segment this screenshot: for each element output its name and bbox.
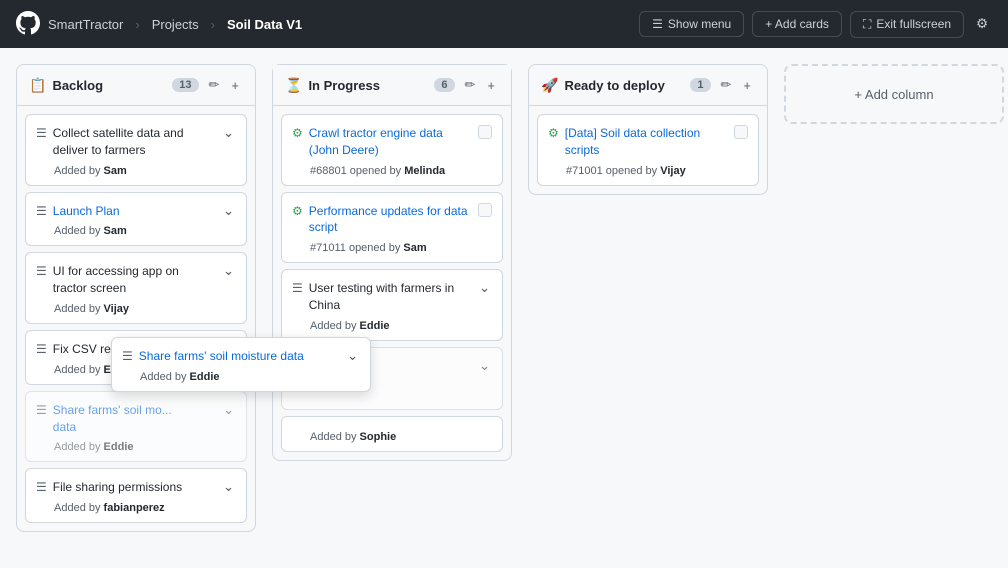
show-menu-button[interactable]: ☰ Show menu <box>639 11 744 37</box>
card-meta: #71001 opened by Vijay <box>566 165 748 177</box>
projects-link[interactable]: Projects <box>152 17 199 32</box>
in-progress-icon: ⏳ <box>285 77 302 94</box>
card-title[interactable]: Share farms' soil mo...data <box>53 402 215 436</box>
card-meta: #71011 opened by Sam <box>310 242 492 254</box>
card-expand-button[interactable]: ⌄ <box>221 203 236 219</box>
card-title[interactable]: UI for accessing app on tractor screen <box>53 263 215 297</box>
ready-title: Ready to deploy <box>564 78 684 93</box>
column-header-ready: 🚀 Ready to deploy 1 ✏ + <box>529 65 767 106</box>
card-expand-button[interactable]: ⌄ <box>221 479 236 495</box>
column-ready-to-deploy: 🚀 Ready to deploy 1 ✏ + ⚙ [Data] Soil da… <box>528 64 768 195</box>
card-meta: #68801 opened by Melinda <box>310 165 492 177</box>
fullscreen-icon: ⛶ <box>863 17 871 32</box>
card-expand-button[interactable]: ⌄ <box>477 280 492 296</box>
card-meta: Added by fabianperez <box>54 502 236 514</box>
settings-button[interactable]: ⚙ <box>972 12 992 36</box>
card-icon: ☰ <box>36 480 47 494</box>
in-progress-count: 6 <box>434 78 454 92</box>
backlog-add-button[interactable]: + <box>227 76 243 95</box>
gear-icon: ⚙ <box>976 16 988 31</box>
card-icon: ⚙ <box>292 126 303 140</box>
board: 📋 Backlog 13 ✏ + ☰ Collect satellite dat… <box>0 48 1008 568</box>
in-progress-cards: ⚙ Crawl tractor engine data (John Deere)… <box>273 106 511 460</box>
card-meta: Added by Sam <box>54 225 236 237</box>
card-crawl-tractor: ⚙ Crawl tractor engine data (John Deere)… <box>281 114 503 186</box>
current-project-title: Soil Data V1 <box>227 17 302 32</box>
card-expand-button[interactable]: ⌄ <box>221 125 236 141</box>
backlog-cards: ☰ Collect satellite data and deliver to … <box>17 106 255 531</box>
card-icon: ⚙ <box>548 126 559 140</box>
popup-card-meta: Added by Eddie <box>140 371 360 383</box>
popup-card-title[interactable]: Share farms' soil moisture data <box>139 348 339 365</box>
card-meta: Added by Vijay <box>54 303 236 315</box>
in-progress-title: In Progress <box>308 78 428 93</box>
backlog-title: Backlog <box>52 78 166 93</box>
card-expand-button[interactable]: ⌄ <box>477 358 492 374</box>
ready-add-button[interactable]: + <box>739 76 755 95</box>
card-meta: Added by Eddie <box>310 320 492 332</box>
card-ui-tractor: ☰ UI for accessing app on tractor screen… <box>25 252 247 324</box>
card-figure-out-container: ☰ Figure out ⌄ ☰ Share farms' soil moist… <box>281 347 503 452</box>
ready-edit-button[interactable]: ✏ <box>717 75 736 95</box>
add-column-button[interactable]: + Add column <box>784 64 1004 124</box>
card-performance-updates: ⚙ Performance updates for data script ⌄ … <box>281 192 503 264</box>
in-progress-add-button[interactable]: + <box>483 76 499 95</box>
card-title[interactable]: Launch Plan <box>53 203 215 220</box>
card-checkbox[interactable] <box>478 125 492 139</box>
header-actions: ☰ Show menu + Add cards ⛶ Exit fullscree… <box>639 11 992 38</box>
backlog-count: 13 <box>172 78 198 92</box>
card-figure-out-sophie: Added by Sophie <box>281 416 503 452</box>
card-icon: ☰ <box>36 403 47 417</box>
backlog-edit-button[interactable]: ✏ <box>205 75 224 95</box>
card-title[interactable]: Performance updates for data script <box>309 203 471 237</box>
in-progress-edit-button[interactable]: ✏ <box>461 75 480 95</box>
card-checkbox[interactable] <box>734 125 748 139</box>
card-title[interactable]: Crawl tractor engine data (John Deere) <box>309 125 471 159</box>
card-title[interactable]: Collect satellite data and deliver to fa… <box>53 125 215 159</box>
card-expand-button[interactable]: ⌄ <box>345 348 360 364</box>
card-launch-plan: ☰ Launch Plan ⌄ Added by Sam <box>25 192 247 247</box>
card-icon: ☰ <box>36 126 47 140</box>
card-meta: Added by Eddie <box>54 441 236 453</box>
column-backlog: 📋 Backlog 13 ✏ + ☰ Collect satellite dat… <box>16 64 256 532</box>
exit-fullscreen-button[interactable]: ⛶ Exit fullscreen <box>850 11 964 38</box>
card-user-testing: ☰ User testing with farmers in China ⌄ A… <box>281 269 503 341</box>
column-header-backlog: 📋 Backlog 13 ✏ + <box>17 65 255 106</box>
breadcrumb-sep-1: › <box>135 17 139 32</box>
add-cards-button[interactable]: + Add cards <box>752 11 842 37</box>
ready-count: 1 <box>690 78 710 92</box>
app-header: SmartTractor › Projects › Soil Data V1 ☰… <box>0 0 1008 48</box>
card-collect-satellite: ☰ Collect satellite data and deliver to … <box>25 114 247 186</box>
backlog-icon: 📋 <box>29 77 46 94</box>
github-logo-icon <box>16 11 40 38</box>
ready-icon: 🚀 <box>541 77 558 94</box>
column-in-progress: ⏳ In Progress 6 ✏ + ⚙ Crawl tractor engi… <box>272 64 512 461</box>
card-meta: Added by Sophie <box>310 431 492 443</box>
column-header-in-progress: ⏳ In Progress 6 ✏ + <box>273 65 511 106</box>
menu-icon: ☰ <box>652 17 663 31</box>
ready-cards: ⚙ [Data] Soil data collection scripts ⌄ … <box>529 106 767 194</box>
card-title[interactable]: User testing with farmers in China <box>309 280 471 314</box>
card-soil-collection-scripts: ⚙ [Data] Soil data collection scripts ⌄ … <box>537 114 759 186</box>
card-icon: ☰ <box>36 342 47 356</box>
breadcrumb-sep-2: › <box>211 17 215 32</box>
card-icon: ☰ <box>36 204 47 218</box>
app-name-link[interactable]: SmartTractor <box>48 17 123 32</box>
card-share-farms-popup: ☰ Share farms' soil moisture data ⌄ Adde… <box>111 337 371 392</box>
card-icon: ☰ <box>292 281 303 295</box>
card-icon: ☰ <box>122 349 133 363</box>
card-icon: ⚙ <box>292 204 303 218</box>
card-icon: ☰ <box>36 264 47 278</box>
card-title[interactable]: File sharing permissions <box>53 479 215 496</box>
card-title[interactable]: [Data] Soil data collection scripts <box>565 125 727 159</box>
card-share-farms-backlog: ☰ Share farms' soil mo...data ⌄ Added by… <box>25 391 247 463</box>
card-meta: Added by Sam <box>54 165 236 177</box>
card-expand-button[interactable]: ⌄ <box>221 402 236 418</box>
card-expand-button[interactable]: ⌄ <box>221 263 236 279</box>
card-checkbox[interactable] <box>478 203 492 217</box>
card-file-sharing: ☰ File sharing permissions ⌄ Added by fa… <box>25 468 247 523</box>
